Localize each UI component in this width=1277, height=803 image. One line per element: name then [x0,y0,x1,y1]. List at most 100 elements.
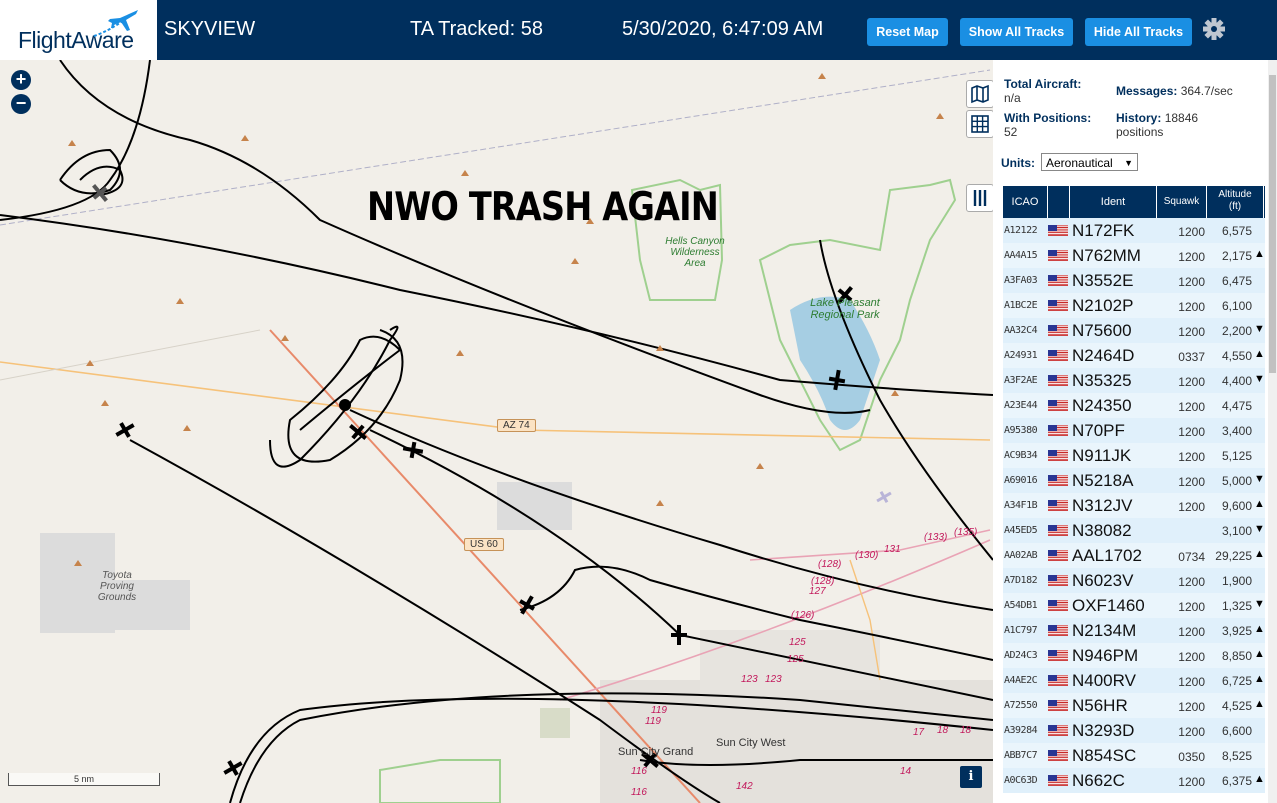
table-row[interactable]: A1BC2E N2102P 1200 6,100 [1003,293,1265,318]
map-canvas [0,60,993,803]
us-flag-icon [1048,550,1068,561]
ident-cell: N3293D [1072,721,1135,740]
with-positions-label: With Positions: [1004,111,1092,125]
table-row[interactable]: A23E44 N24350 1200 4,475 [1003,393,1265,418]
squawk-cell: 1200 [1178,325,1205,339]
column-header-flag[interactable] [1047,186,1070,218]
gear-icon[interactable] [1201,15,1227,43]
table-row[interactable]: A69016 N5218A 1200 5,000 ▼ [1003,468,1265,493]
table-row[interactable]: A34F1B N312JV 1200 9,600 ▲ [1003,493,1265,518]
icao-cell: AA32C4 [1004,325,1038,336]
datetime-display: 5/30/2020, 6:47:09 AM [622,18,824,40]
icao-cell: ABB7C7 [1004,750,1038,761]
us-flag-icon [1048,700,1068,711]
table-row[interactable]: A3F2AE N35325 1200 4,400 ▼ [1003,368,1265,393]
column-header-icao[interactable]: ICAO [1003,186,1048,218]
flightaware-logo[interactable]: FlightAware [0,0,157,60]
us-flag-icon [1048,350,1068,361]
altitude-trend-icon: ▲ [1254,548,1265,560]
ident-cell: N5218A [1072,471,1134,490]
app-title: SKYVIEW [164,18,256,40]
zoom-in-button[interactable]: + [11,70,31,90]
sun-city-west-label: Sun City West [716,737,786,749]
column-header-ident[interactable]: Ident [1070,186,1157,218]
table-row[interactable]: A1C797 N2134M 1200 3,925 ▲ [1003,618,1265,643]
table-row[interactable]: A0C63D N662C 1200 6,375 ▲ [1003,768,1265,793]
altitude-trend-icon: ▼ [1254,323,1265,335]
us-flag-icon [1048,400,1068,411]
road-number: 131 [884,544,901,555]
icao-cell: AA02AB [1004,550,1038,561]
us-flag-icon [1048,750,1068,761]
reset-map-button[interactable]: Reset Map [867,18,948,46]
altitude-cell: 2,200 [1221,324,1252,338]
table-row[interactable]: A12122 N172FK 1200 6,575 [1003,218,1265,243]
map-layers-button[interactable] [966,80,993,108]
squawk-cell: 1200 [1178,575,1205,589]
road-number: 18 [937,725,949,736]
table-row[interactable]: ABB7C7 N854SC 0350 8,525 [1003,743,1265,768]
altitude-cell: 6,725 [1221,674,1252,688]
altitude-cell: 29,225 [1215,549,1252,563]
ident-cell: N662C [1072,771,1125,790]
icao-cell: A23E44 [1004,400,1038,411]
ident-cell: OXF1460 [1072,596,1145,615]
table-row[interactable]: AA02AB AAL1702 0734 29,225 ▲ [1003,543,1265,568]
us-flag-icon [1048,275,1068,286]
ident-cell: N172FK [1072,221,1135,240]
squawk-cell: 1200 [1178,375,1205,389]
table-row[interactable]: A72550 N56HR 1200 4,525 ▲ [1003,693,1265,718]
icao-cell: A45ED5 [1004,525,1038,536]
table-row[interactable]: A45ED5 N38082 3,100 ▼ [1003,518,1265,543]
messages-value: 364.7/sec [1180,84,1233,98]
columns-toggle-button[interactable] [966,184,993,212]
icao-cell: AC9B34 [1004,450,1038,461]
squawk-cell: 1200 [1178,475,1205,489]
units-selected-value: Aeronautical [1046,156,1113,170]
table-row[interactable]: A24931 N2464D 0337 4,550 ▲ [1003,343,1265,368]
az74-label: AZ 74 [497,419,536,432]
table-row[interactable]: A54DB1 OXF1460 1200 1,325 ▼ [1003,593,1265,618]
table-row[interactable]: AC9B34 N911JK 1200 5,125 [1003,443,1265,468]
road-number: 119 [651,705,667,716]
table-row[interactable]: AA32C4 N75600 1200 2,200 ▼ [1003,318,1265,343]
squawk-cell: 1200 [1178,425,1205,439]
map-view[interactable]: + − NWO TRASH AGAIN Hells Canyon Wildern… [0,60,993,803]
table-row[interactable]: A39284 N3293D 1200 6,600 [1003,718,1265,743]
table-header: ICAO Ident Squawk Altitude (ft) [1003,186,1265,218]
column-header-altitude[interactable]: Altitude (ft) [1207,186,1264,218]
table-row[interactable]: AD24C3 N946PM 1200 8,850 ▲ [1003,643,1265,668]
altitude-cell: 6,600 [1221,724,1252,738]
table-row[interactable]: A3FA03 N3552E 1200 6,475 [1003,268,1265,293]
altitude-cell: 4,525 [1221,699,1252,713]
icao-cell: A12122 [1004,225,1038,236]
squawk-cell: 1200 [1178,400,1205,414]
table-row[interactable]: A7D182 N6023V 1200 1,900 [1003,568,1265,593]
chevron-down-icon: ▼ [1124,158,1133,168]
top-bar: FlightAware SKYVIEW TA Tracked: 58 5/30/… [0,0,1277,60]
hide-all-tracks-button[interactable]: Hide All Tracks [1085,18,1192,46]
road-number: 116 [631,787,647,798]
zoom-out-button[interactable]: − [11,94,31,114]
table-row[interactable]: A4AE2C N400RV 1200 6,725 ▲ [1003,668,1265,693]
map-icon [971,84,989,104]
altitude-trend-icon: ▼ [1254,598,1265,610]
field-boundary [379,759,501,803]
scrollbar-thumb[interactable] [1269,75,1276,373]
road-number: (133) [924,532,948,543]
ident-cell: N35325 [1072,371,1132,390]
scale-bar: 5 nm [8,773,160,786]
table-row[interactable]: AA4A15 N762MM 1200 2,175 ▲ [1003,243,1265,268]
column-header-squawk[interactable]: Squawk [1157,186,1207,218]
grid-toggle-button[interactable] [966,110,993,138]
road-number: 123 [765,674,782,685]
table-row[interactable]: A95380 N70PF 1200 3,400 [1003,418,1265,443]
show-all-tracks-button[interactable]: Show All Tracks [960,18,1073,46]
info-button[interactable]: i [960,766,982,788]
squawk-cell: 1200 [1178,700,1205,714]
total-aircraft-label: Total Aircraft: [1004,77,1082,91]
road-number: (135) [954,527,978,538]
altitude-trend-icon: ▲ [1254,673,1265,685]
us-flag-icon [1048,650,1068,661]
units-select[interactable]: Aeronautical ▼ [1041,153,1138,171]
